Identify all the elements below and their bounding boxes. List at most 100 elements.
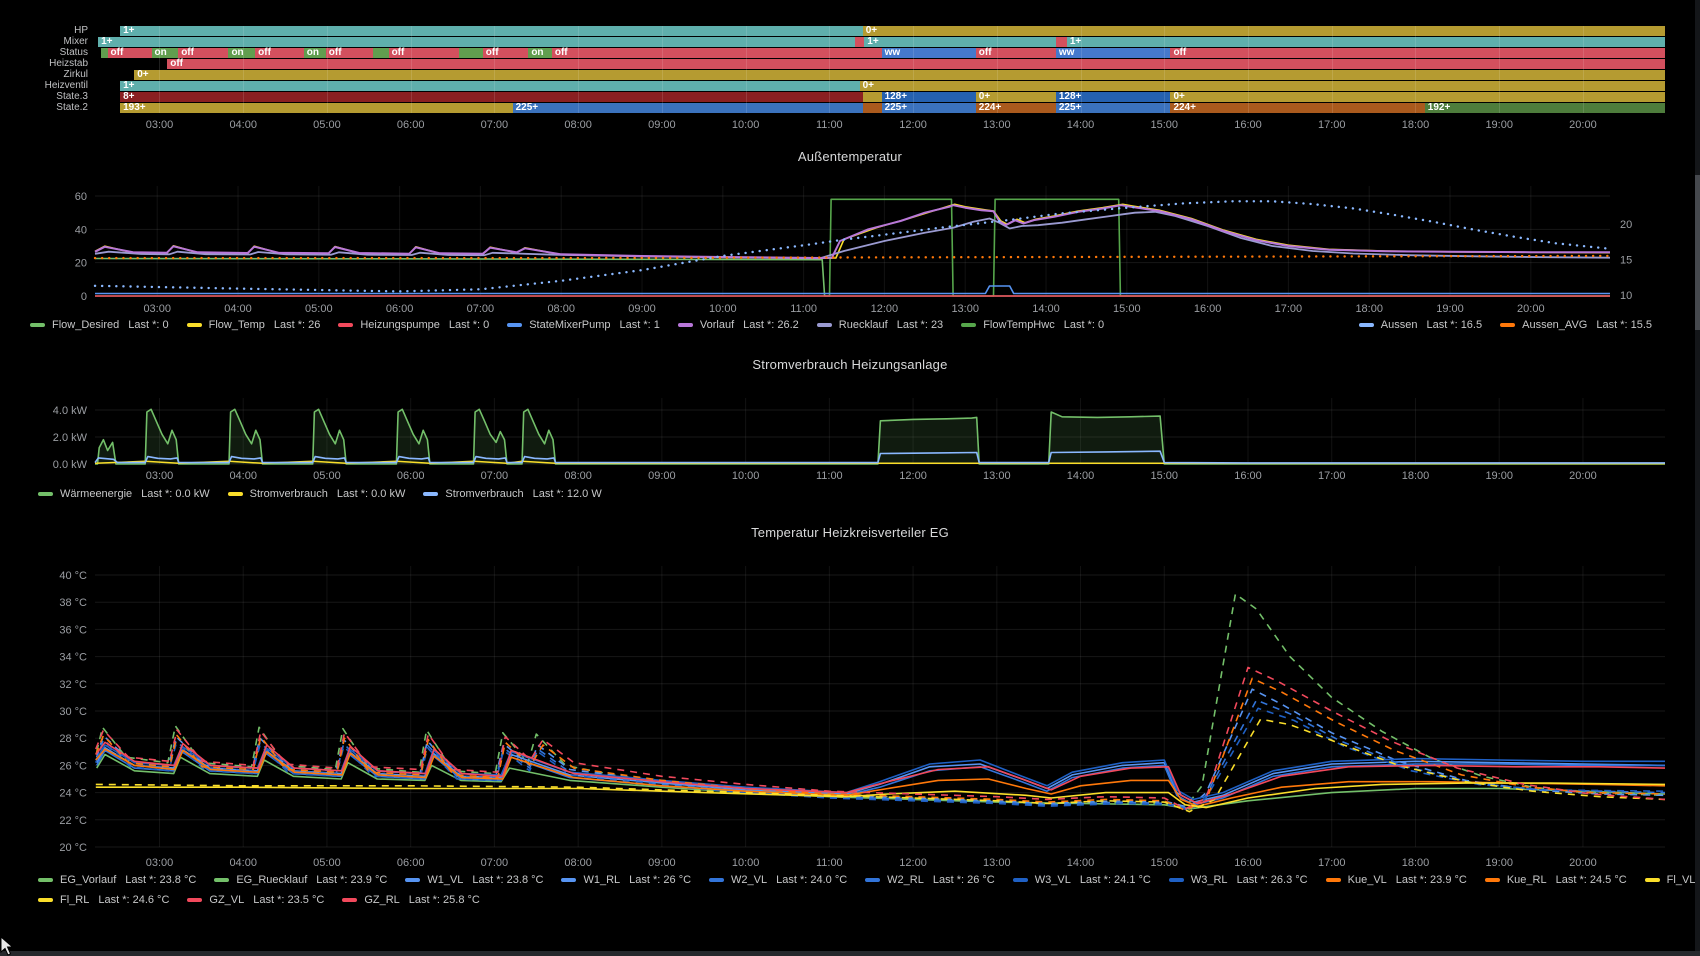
x-axis-tick: 06:00 [397,470,425,482]
legend-series-name: Flow_Desired [52,319,119,331]
legend-item-Fl_RL[interactable]: Fl_RLLast *: 24.6 °C [38,894,169,906]
y-axis-tick: 32 °C [59,679,87,691]
legend-item-Kue_VL[interactable]: Kue_VLLast *: 23.9 °C [1326,874,1467,886]
x-axis-tick: 11:00 [816,857,843,869]
legend-series-marker [709,878,724,882]
legend-series-name: StateMixerPump [529,319,610,331]
series-line-Aussen_AVG [95,256,1610,258]
legend-series-last-value: Last *: 1 [620,319,660,331]
legend-series-last-value: Last *: 0.0 kW [337,488,405,500]
legend-series-marker [228,492,243,496]
legend-item-Stromverbrauch[interactable]: StromverbrauchLast *: 12.0 W [423,488,601,500]
y-axis-tick: 20 °C [59,842,87,854]
legend-series-marker [1485,878,1500,882]
series-line-Aussen [95,201,1610,291]
legend-series-name: FlowTempHwc [983,319,1055,331]
x-axis-tick: 03:00 [146,470,174,482]
y-axis-tick: 24 °C [59,788,87,800]
scrollbar-thumb[interactable] [1695,175,1700,330]
legend-series-last-value: Last *: 26.3 °C [1237,874,1308,886]
legend-item-Wärmeenergie[interactable]: WärmeenergieLast *: 0.0 kW [38,488,210,500]
x-axis-tick: 06:00 [397,857,425,869]
legend-series-name: Aussen_AVG [1522,319,1587,331]
legend-series-marker [38,492,53,496]
legend-stromverbrauch: WärmeenergieLast *: 0.0 kWStromverbrauch… [38,488,1670,500]
legend-item-Ruecklauf[interactable]: RuecklaufLast *: 23 [817,319,943,331]
legend-item-Flow_Temp[interactable]: Flow_TempLast *: 26 [187,319,321,331]
legend-item-Aussen_AVG[interactable]: Aussen_AVGLast *: 15.5 [1500,319,1652,331]
legend-item-W3_VL[interactable]: W3_VLLast *: 24.1 °C [1013,874,1151,886]
legend-item-GZ_VL[interactable]: GZ_VLLast *: 23.5 °C [187,894,324,906]
x-axis-tick: 16:00 [1234,857,1262,869]
x-axis-tick: 16:00 [1234,470,1262,482]
x-axis-tick: 16:00 [1194,303,1222,315]
legend-series-marker [214,878,229,882]
x-axis-tick: 04:00 [229,470,257,482]
legend-item-StateMixerPump[interactable]: StateMixerPump Last *: 1 [507,319,660,331]
x-axis-tick: 20:00 [1569,470,1597,482]
legend-series-last-value: Last *: 26 °C [933,874,995,886]
legend-series-name: Wärmeenergie [60,488,132,500]
legend-series-marker [342,898,357,902]
legend-series-last-value: Last *: 26 °C [629,874,691,886]
legend-series-name: W1_VL [427,874,463,886]
legend-series-last-value: Last *: 23.9 °C [1396,874,1467,886]
legend-item-Vorlauf[interactable]: Vorlauf Last *: 26.2 [678,319,799,331]
x-axis-tick: 08:00 [564,857,592,869]
legend-item-GZ_RL[interactable]: GZ_RLLast *: 25.8 °C [342,894,480,906]
legend-series-marker [865,878,880,882]
legend-series-name: GZ_VL [209,894,244,906]
legend-series-name: W2_RL [887,874,924,886]
legend-series-marker [38,898,53,902]
legend-heizkreis-row2: Fl_RLLast *: 24.6 °C GZ_VLLast *: 23.5 °C… [38,894,1670,906]
legend-series-last-value: Last *: 24.5 °C [1556,874,1627,886]
legend-series-marker [423,492,438,496]
legend-series-marker [38,878,53,882]
legend-item-W2_RL[interactable]: W2_RL Last *: 26 °C [865,874,995,886]
legend-item-Stromverbrauch[interactable]: Stromverbrauch Last *: 0.0 kW [228,488,406,500]
grafana-dashboard: HP1+0+Mixer1+1+1+Statusoffonoffonoffonof… [0,0,1700,956]
y-axis-tick: 34 °C [59,652,87,664]
x-axis-tick: 19:00 [1485,857,1513,869]
legend-series-last-value: Last *: 23 [897,319,943,331]
legend-item-EG_Ruecklauf[interactable]: EG_RuecklaufLast *: 23.9 °C [214,874,387,886]
scrollbar-track[interactable] [1695,0,1700,956]
legend-aussentemperatur: Flow_Desired Last *: 0 Flow_TempLast *: 26… [30,319,1670,331]
x-axis-tick: 07:00 [481,857,509,869]
legend-series-marker [561,878,576,882]
legend-item-EG_Vorlauf[interactable]: EG_VorlaufLast *: 23.8 °C [38,874,196,886]
legend-series-last-value: Last *: 0 [128,319,168,331]
y-axis-right-tick: 10 [1620,290,1632,302]
legend-item-Flow_Desired[interactable]: Flow_Desired Last *: 0 [30,319,169,331]
legend-item-Kue_RL[interactable]: Kue_RLLast *: 24.5 °C [1485,874,1627,886]
x-axis-tick: 08:00 [547,303,575,315]
y-axis-tick: 2.0 kW [53,432,88,444]
x-axis-tick: 20:00 [1517,303,1545,315]
legend-series-marker [1645,878,1660,882]
legend-series-last-value: Last *: 23.8 °C [125,874,196,886]
legend-item-Aussen[interactable]: AussenLast *: 16.5 [1359,319,1482,331]
legend-item-W3_RL[interactable]: W3_RLLast *: 26.3 °C [1169,874,1308,886]
legend-series-name: Fl_VL [1667,874,1696,886]
y-axis-tick: 38 °C [59,597,87,609]
legend-item-FlowTempHwc[interactable]: FlowTempHwc Last *: 0 [961,319,1104,331]
legend-item-Fl_VL[interactable]: Fl_VLLast *: 23.5 °C [1645,874,1700,886]
legend-series-marker [1359,323,1374,327]
x-axis-tick: 15:00 [1113,303,1141,315]
legend-series-name: Stromverbrauch [250,488,328,500]
legend-series-name: EG_Ruecklauf [236,874,307,886]
legend-item-W1_RL[interactable]: W1_RLLast *: 26 °C [561,874,691,886]
legend-item-W2_VL[interactable]: W2_VLLast *: 24.0 °C [709,874,847,886]
legend-series-last-value: Last *: 24.1 °C [1080,874,1151,886]
legend-item-W1_VL[interactable]: W1_VLLast *: 23.8 °C [405,874,543,886]
legend-series-last-value: Last *: 26.2 [743,319,799,331]
x-axis-tick: 05:00 [305,303,333,315]
legend-series-name: Vorlauf [700,319,734,331]
x-axis-tick: 12:00 [871,303,899,315]
x-axis-tick: 15:00 [1151,470,1179,482]
x-axis-tick: 18:00 [1402,857,1430,869]
legend-series-marker [187,323,202,327]
legend-series-last-value: Last *: 0 [1064,319,1104,331]
legend-series-last-value: Last *: 12.0 W [533,488,602,500]
legend-item-Heizungspumpe[interactable]: HeizungspumpeLast *: 0 [338,319,489,331]
